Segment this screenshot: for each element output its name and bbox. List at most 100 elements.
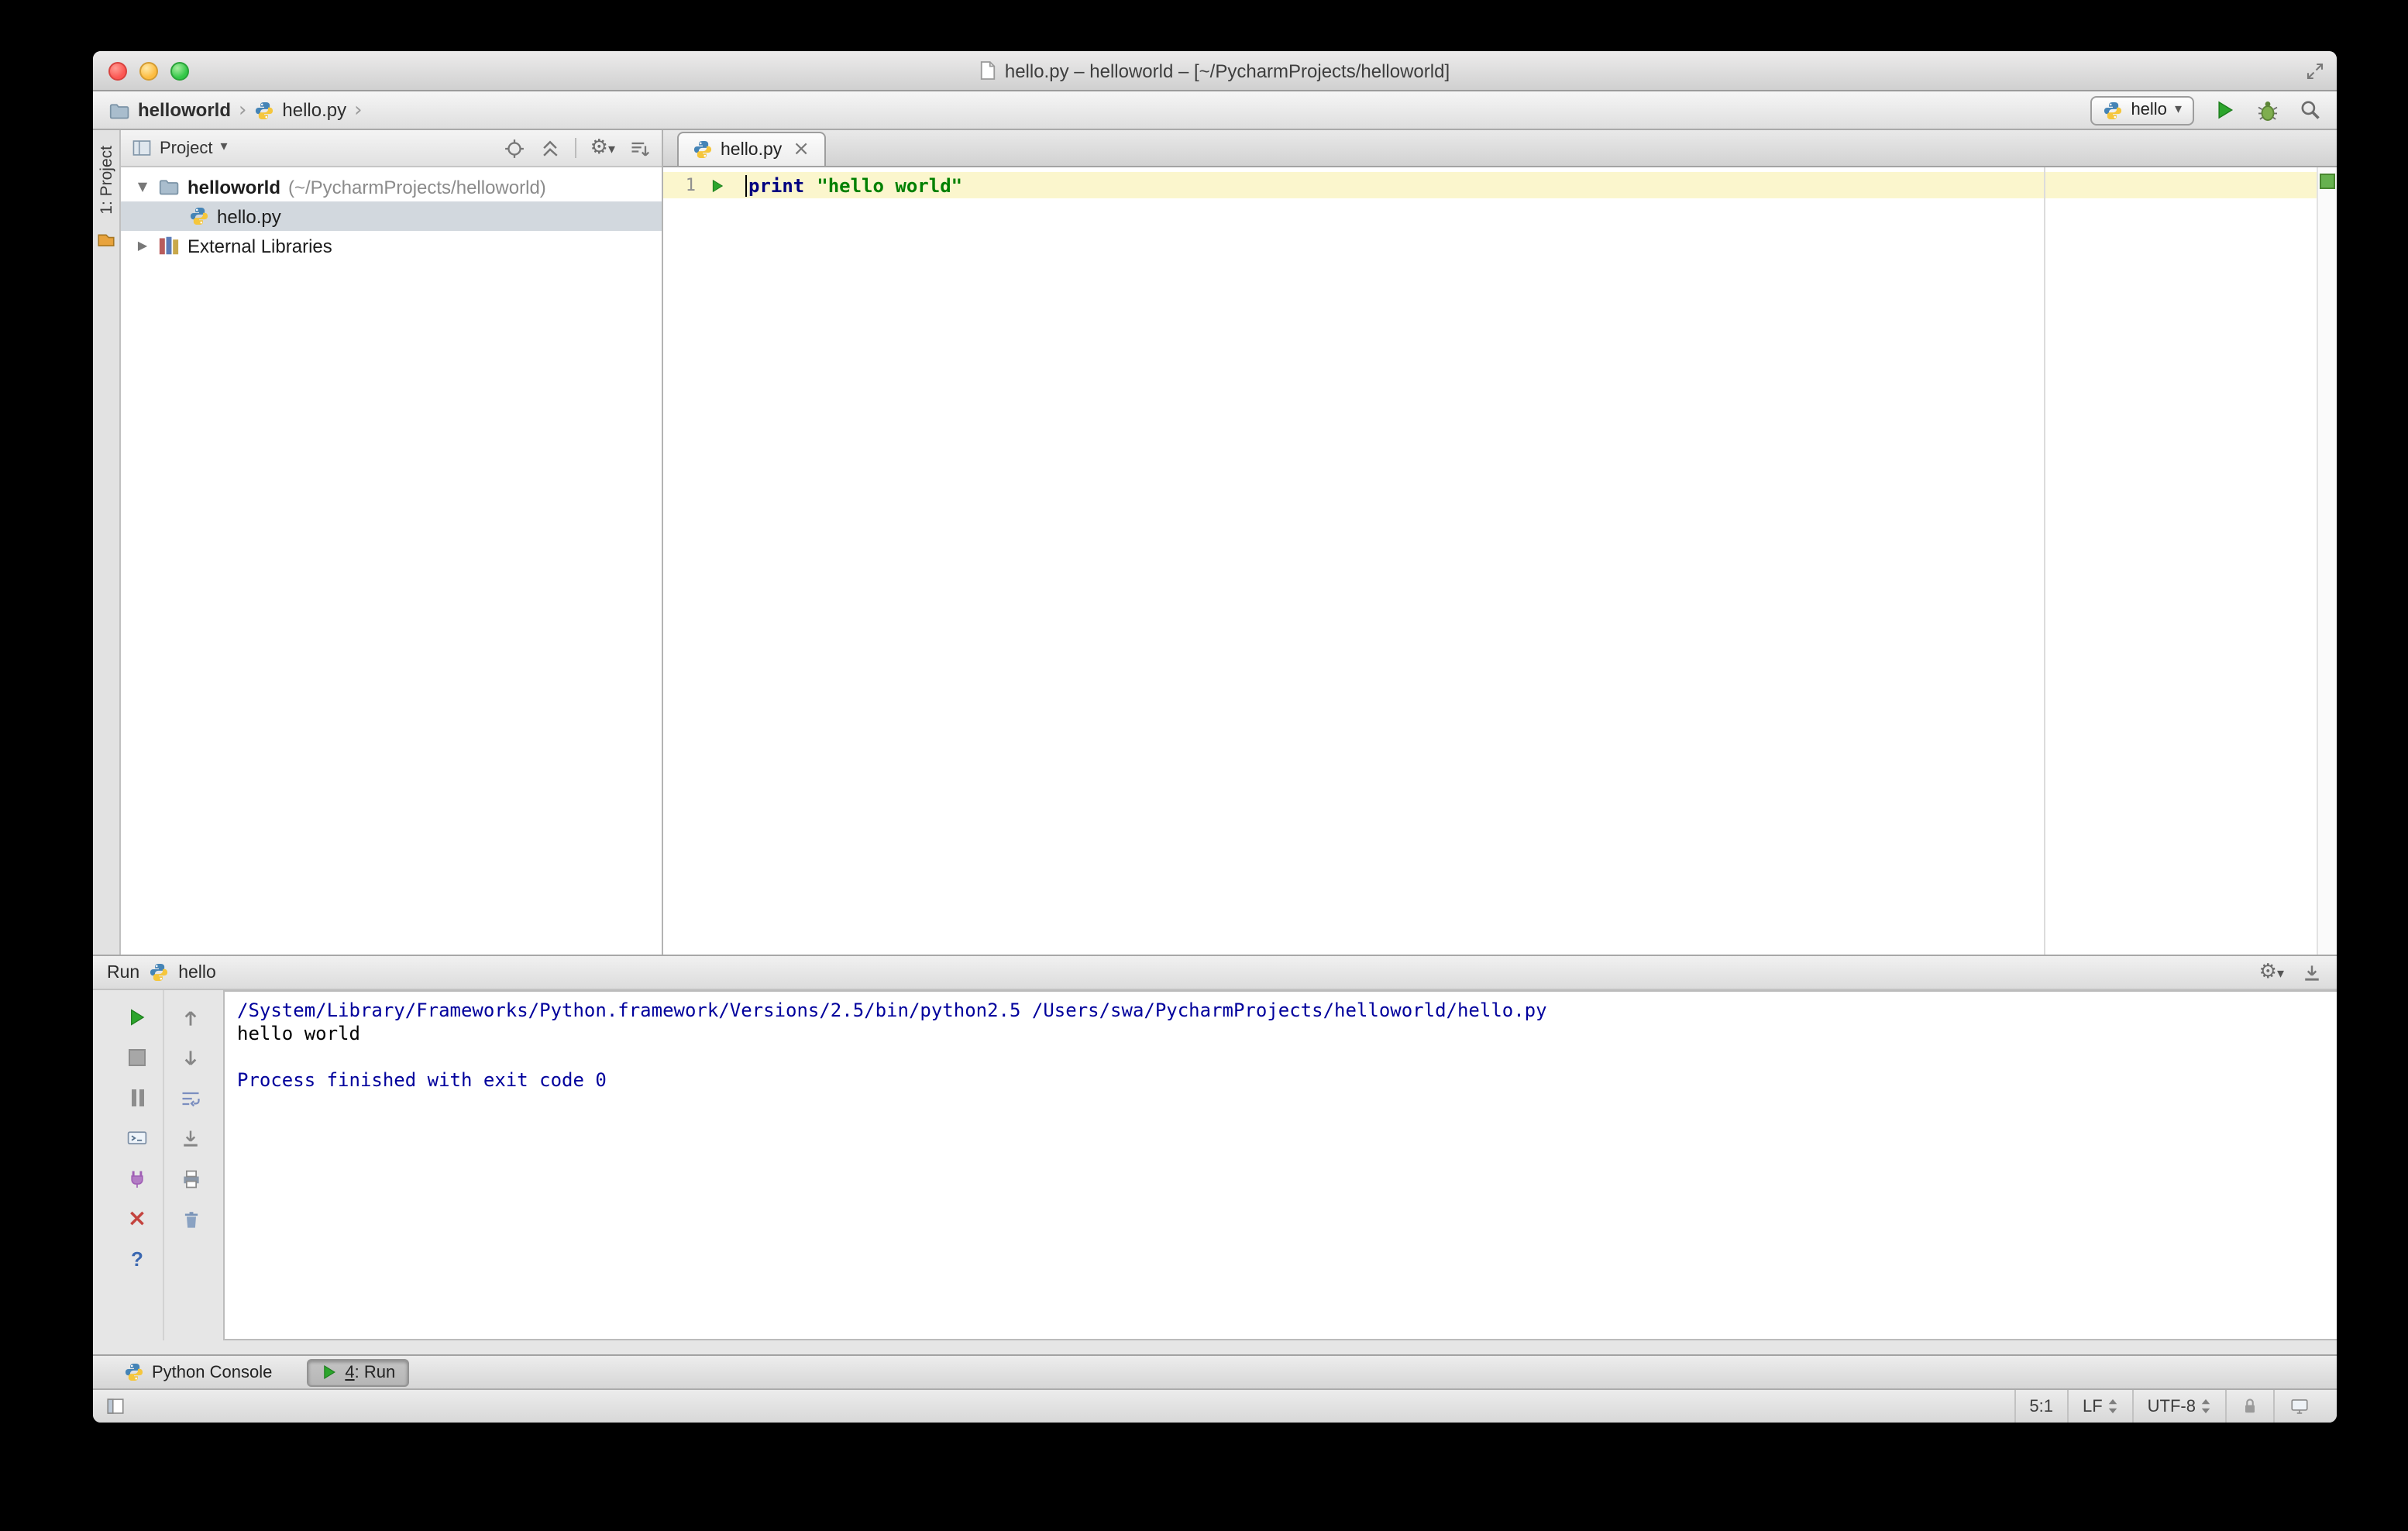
- status-widgets: 5:1 LF UTF-8: [2014, 1390, 2324, 1423]
- zoom-window-button[interactable]: [170, 61, 189, 80]
- run-panel-actions: ⚙▾: [2259, 962, 2323, 983]
- run-configuration-label: hello: [2131, 101, 2167, 119]
- updown-arrows-icon: [2201, 1399, 2210, 1414]
- editor-content[interactable]: 1 print "hello world": [663, 167, 2337, 955]
- close-panel-button[interactable]: ×: [123, 1206, 151, 1232]
- close-tab-icon[interactable]: ×: [793, 139, 810, 160]
- console-output[interactable]: /System/Library/Frameworks/Python.framew…: [223, 990, 2337, 1340]
- tree-node-root[interactable]: ▼ helloworld (~/PycharmProjects/hellowor…: [121, 172, 662, 201]
- run-configuration-select[interactable]: hello ▾: [2090, 95, 2194, 125]
- run-button[interactable]: [2214, 99, 2236, 121]
- python-icon: [2104, 101, 2122, 119]
- tree-node-path: (~/PycharmProjects/helloworld): [288, 176, 546, 198]
- run-icon: [323, 1365, 335, 1379]
- settings-gear-icon[interactable]: ⚙▾: [590, 138, 615, 158]
- code-text: print "hello world": [745, 174, 962, 196]
- line-number[interactable]: 1: [671, 175, 696, 195]
- encoding-widget[interactable]: UTF-8: [2131, 1390, 2225, 1423]
- show-console-icon[interactable]: [123, 1125, 151, 1151]
- tree-expanded-icon[interactable]: ▼: [135, 180, 150, 193]
- run-toolbar: × ?: [93, 990, 223, 1340]
- console-line: hello world: [237, 1023, 360, 1044]
- pause-button[interactable]: [123, 1085, 151, 1111]
- search-icon[interactable]: [2300, 99, 2321, 121]
- help-button[interactable]: ?: [123, 1246, 151, 1272]
- text-caret: [745, 174, 747, 196]
- project-stripe-button[interactable]: 1: Project: [97, 146, 115, 215]
- editor-area: hello.py × 1 print "hello world": [663, 130, 2337, 955]
- rerun-button[interactable]: [123, 1004, 151, 1030]
- close-window-button[interactable]: [108, 61, 127, 80]
- line-separator-widget[interactable]: LF: [2066, 1390, 2132, 1423]
- inspection-status-indicator[interactable]: [2320, 174, 2335, 189]
- hide-panel-icon[interactable]: [2301, 962, 2323, 983]
- python-console-button[interactable]: Python Console: [112, 1358, 284, 1386]
- main-area: 1: Project Project ▾ ⚙▾ ▼ helloworld (~/…: [93, 130, 2337, 955]
- settings-gear-icon[interactable]: ⚙▾: [2259, 962, 2284, 982]
- caret-position-widget[interactable]: 5:1: [2014, 1390, 2067, 1423]
- stripe-tool-icon[interactable]: [96, 230, 116, 250]
- tree-collapsed-icon[interactable]: ▶: [135, 239, 150, 252]
- right-margin-guide: [2044, 167, 2045, 955]
- next-occurrence-button[interactable]: [177, 1044, 205, 1071]
- window-title-text: hello.py – helloworld – [~/PycharmProjec…: [1004, 60, 1450, 81]
- error-stripe[interactable]: [2317, 167, 2337, 955]
- tree-node-label: hello.py: [217, 205, 281, 227]
- collapse-all-icon[interactable]: [539, 137, 561, 159]
- soft-wrap-icon[interactable]: [177, 1085, 205, 1111]
- lock-icon: [2245, 1399, 2255, 1413]
- clear-trash-icon[interactable]: [177, 1206, 205, 1232]
- tool-window-stripe: 1: Project: [93, 130, 121, 955]
- tree-node-external-libraries[interactable]: ▶ External Libraries: [121, 231, 662, 260]
- run-panel-title: Run: [107, 963, 140, 982]
- traffic-lights: [108, 61, 189, 80]
- print-icon[interactable]: [177, 1165, 205, 1192]
- project-view-selector[interactable]: Project: [160, 139, 213, 157]
- minimize-window-button[interactable]: [139, 61, 158, 80]
- project-view-icon: [132, 140, 151, 156]
- desktop: hello.py – helloworld – [~/PycharmProjec…: [0, 0, 2408, 1531]
- highlighting-level-widget[interactable]: [2273, 1390, 2324, 1423]
- python-file-icon: [190, 207, 208, 225]
- run-tool-window: Run hello ⚙▾ × ? /System/Library/Framewo…: [93, 955, 2337, 1354]
- status-bar: 5:1 LF UTF-8: [93, 1388, 2337, 1423]
- breadcrumb-item-helloworld[interactable]: helloworld: [138, 99, 231, 121]
- run-tab-button[interactable]: 4: Run: [306, 1358, 410, 1386]
- locate-file-icon[interactable]: [504, 137, 525, 159]
- breadcrumb: helloworld › hello.py ›: [108, 99, 363, 121]
- toolwindow-toggle-icon[interactable]: [105, 1396, 126, 1416]
- readonly-lock-widget[interactable]: [2225, 1390, 2273, 1423]
- sort-icon[interactable]: [629, 137, 651, 159]
- monitor-icon: [2291, 1399, 2308, 1414]
- pycharm-window: hello.py – helloworld – [~/PycharmProjec…: [93, 51, 2337, 1423]
- stop-button[interactable]: [123, 1044, 151, 1071]
- chevron-down-icon: ▾: [2174, 101, 2182, 117]
- tree-node-hellopy[interactable]: hello.py: [121, 201, 662, 231]
- debug-button[interactable]: [2256, 98, 2279, 122]
- tree-node-label: External Libraries: [187, 235, 332, 256]
- libraries-icon: [159, 236, 179, 255]
- code-keyword: print: [748, 174, 805, 196]
- run-process-label: hello: [178, 963, 216, 982]
- run-line-marker-icon[interactable]: [710, 177, 725, 193]
- breadcrumb-item-hellopy[interactable]: hello.py: [282, 99, 346, 121]
- window-title: hello.py – helloworld – [~/PycharmProjec…: [980, 60, 1450, 81]
- project-panel-header: Project ▾ ⚙▾: [121, 130, 662, 167]
- console-line: /System/Library/Frameworks/Python.framew…: [237, 999, 1547, 1021]
- prev-occurrence-button[interactable]: [177, 1004, 205, 1030]
- python-file-icon: [256, 101, 273, 119]
- fullscreen-icon[interactable]: [2306, 62, 2324, 81]
- project-tool-window: Project ▾ ⚙▾ ▼ helloworld (~/PycharmProj…: [121, 130, 663, 955]
- python-console-label: Python Console: [152, 1363, 273, 1381]
- navbar-actions: hello ▾: [2090, 95, 2321, 125]
- attach-plug-icon[interactable]: [123, 1165, 151, 1192]
- toolbar-separator: [574, 138, 576, 158]
- window-titlebar[interactable]: hello.py – helloworld – [~/PycharmProjec…: [93, 51, 2337, 91]
- editor-tab-bar: hello.py ×: [663, 130, 2337, 167]
- editor-tab-hellopy[interactable]: hello.py ×: [677, 132, 826, 166]
- chevron-down-icon[interactable]: ▾: [221, 140, 228, 155]
- scroll-to-end-icon[interactable]: [177, 1125, 205, 1151]
- python-icon: [125, 1363, 143, 1381]
- python-icon: [150, 963, 168, 982]
